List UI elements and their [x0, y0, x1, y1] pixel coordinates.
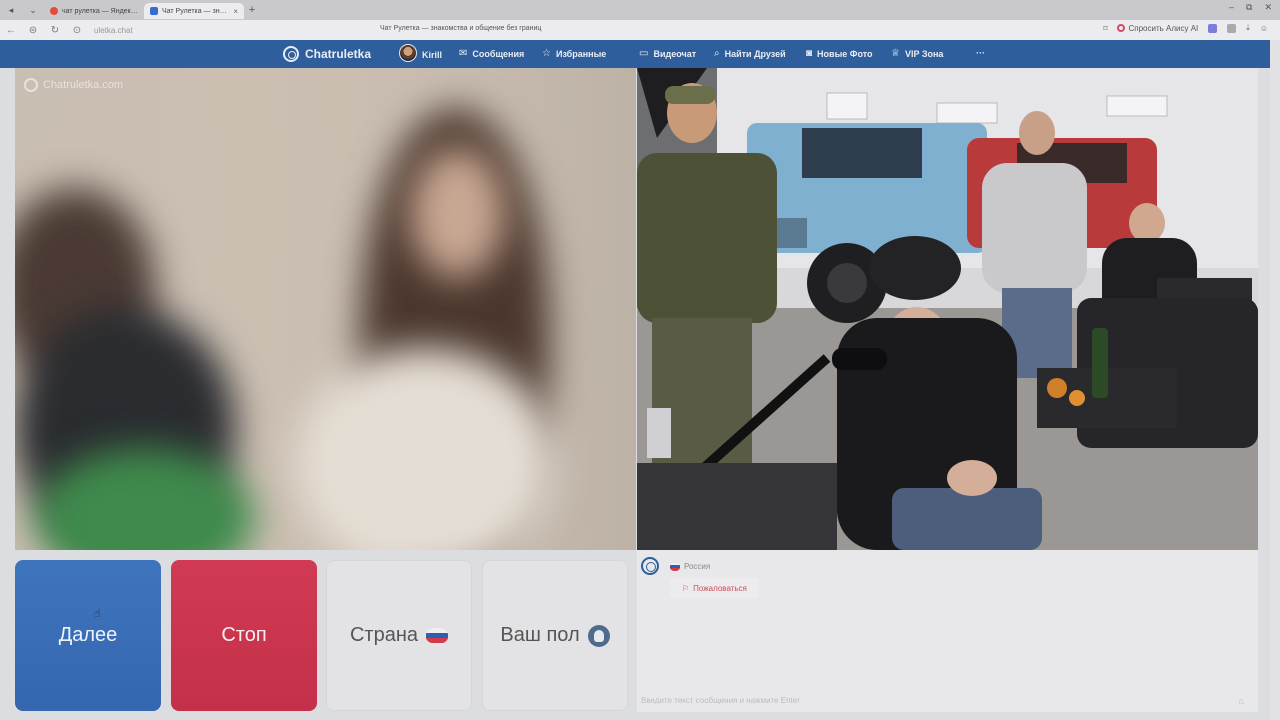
minimize-icon[interactable]: –: [1229, 2, 1234, 13]
gender-avatar-icon: [587, 624, 610, 647]
nav-new-photos-label: Новые Фото: [817, 48, 873, 59]
logo-text: Chatruletka: [305, 47, 372, 61]
country-button[interactable]: Страна: [326, 560, 472, 711]
alice-label: Спросить Алису AI: [1128, 23, 1199, 33]
more-icon: ···: [976, 48, 985, 58]
watermark: Chatruletka.com: [24, 78, 123, 92]
url-field[interactable]: uletka.chat: [94, 26, 344, 35]
send-icon[interactable]: ⌂: [1239, 696, 1244, 706]
settings-icon[interactable]: [1227, 23, 1237, 33]
alice-button[interactable]: Спросить Алису AI: [1117, 24, 1198, 33]
nav-favorites[interactable]: ☆ Избранные: [542, 48, 606, 59]
crown-icon: ♕: [891, 48, 900, 59]
search-icon: ⌕: [714, 48, 720, 59]
nav-messages-label: Сообщения: [472, 48, 525, 59]
nav-more-button[interactable]: ···: [976, 48, 985, 58]
chat-message-input[interactable]: Введите текст сообщения и нажмите Enter: [641, 696, 1236, 705]
lock-icon: ⊙: [72, 24, 82, 36]
local-video: [15, 68, 636, 550]
messages-icon: ✉: [459, 48, 468, 59]
watermark-text: Chatruletka.com: [43, 79, 124, 91]
browser-extensions: ⌑ Спросить Алису AI ⤓ ☺: [1103, 23, 1268, 33]
avatar: [399, 44, 417, 62]
partner-country-label: Россия: [684, 562, 711, 571]
site-logo[interactable]: Chatruletka: [283, 46, 371, 62]
nav-videochat[interactable]: ▭ Видеочат: [639, 48, 696, 59]
video-icon: ▭: [639, 48, 649, 59]
flag-russia-icon: [670, 562, 680, 571]
remote-video-scene: [637, 68, 1258, 550]
nav-new-photos[interactable]: ◙ Новые Фото: [806, 48, 873, 59]
nav-messages[interactable]: ✉ Сообщения: [459, 48, 524, 59]
browser-tab-chatruletka[interactable]: Чат Рулетка — знакомства и общение без г…: [144, 3, 244, 19]
bookmark-icon[interactable]: ⌑: [1103, 24, 1107, 33]
camera-icon: ◙: [806, 48, 813, 59]
close-window-icon[interactable]: ✕: [1264, 2, 1272, 13]
user-name: Kirill: [422, 50, 443, 60]
yandex-home-icon[interactable]: ⊜: [22, 25, 44, 36]
downloads-icon[interactable]: ⤓: [1246, 23, 1250, 33]
report-button-label: Пожаловаться: [693, 583, 747, 593]
partner-country: Россия: [670, 562, 710, 571]
next-button-label: Далее: [58, 624, 118, 646]
restore-icon[interactable]: ⧉: [1246, 2, 1252, 13]
hand-cursor-icon: ☝: [94, 608, 101, 620]
new-tab-button[interactable]: +: [244, 4, 260, 16]
alice-icon: [1117, 24, 1126, 32]
blurred-face: [410, 148, 505, 278]
report-button[interactable]: ⚐ Пожаловаться: [670, 578, 759, 598]
extension-icon[interactable]: [1208, 23, 1218, 33]
browser-tab-bar: ◂ ⌄ чат рулетка — Яндекс: нашлось Чат Ру…: [0, 0, 1280, 20]
address-bar: ← ⊜ ↻ ⊙ uletka.chat Чат Рулетка — знаком…: [0, 20, 1280, 40]
stop-button[interactable]: Стоп: [171, 560, 317, 711]
profile-icon[interactable]: ☺: [1260, 24, 1268, 33]
site-header: Chatruletka Kirill ✉ Сообщения ☆ Избранн…: [0, 40, 1280, 68]
back-icon[interactable]: ←: [0, 25, 22, 36]
page-scrollbar[interactable]: [1270, 40, 1280, 720]
nav-favorites-label: Избранные: [555, 48, 607, 59]
report-flag-icon: ⚐: [682, 583, 690, 593]
nav-vip[interactable]: ♕ VIP Зона: [891, 48, 943, 59]
stop-button-label: Стоп: [221, 624, 267, 646]
chatruletka-favicon-icon: [150, 7, 158, 15]
reload-icon[interactable]: ↻: [44, 25, 66, 36]
page-title: Чат Рулетка — знакомства и общение без г…: [380, 25, 542, 32]
chat-panel: Россия ⚐ Пожаловаться Введите текст сооб…: [637, 550, 1258, 712]
nav-profile[interactable]: Kirill: [399, 44, 443, 62]
window-controls: – ⧉ ✕: [1229, 2, 1272, 13]
flag-russia-icon: [426, 627, 449, 644]
close-tab-icon[interactable]: ×: [233, 7, 238, 16]
country-button-label: Страна: [349, 624, 419, 646]
star-icon: ☆: [542, 48, 551, 59]
nav-vip-label: VIP Зона: [904, 48, 944, 59]
chatruletka-logo-icon: [641, 557, 659, 575]
nav-find-friends[interactable]: ⌕ Найти Друзей: [714, 48, 786, 59]
browser-tab-title: Чат Рулетка — знакомства и общение без г…: [162, 7, 230, 15]
nav-find-friends-label: Найти Друзей: [724, 48, 786, 59]
gender-button[interactable]: Ваш пол: [482, 560, 628, 711]
yandex-favicon-icon: [50, 7, 58, 15]
browser-tab-yandex[interactable]: чат рулетка — Яндекс: нашлось: [44, 3, 144, 19]
chatruletka-logo-icon: [24, 78, 38, 92]
tab-list-icon[interactable]: ⌄: [22, 0, 44, 20]
nav-videochat-label: Видеочат: [653, 48, 697, 59]
chatruletka-logo-icon: [283, 46, 299, 62]
browser-tab-title: чат рулетка — Яндекс: нашлось: [62, 7, 138, 15]
tab-menu-icon[interactable]: ◂: [0, 0, 22, 20]
gender-button-label: Ваш пол: [500, 624, 580, 646]
next-button[interactable]: Далее: [15, 560, 161, 711]
remote-video: [637, 68, 1258, 550]
